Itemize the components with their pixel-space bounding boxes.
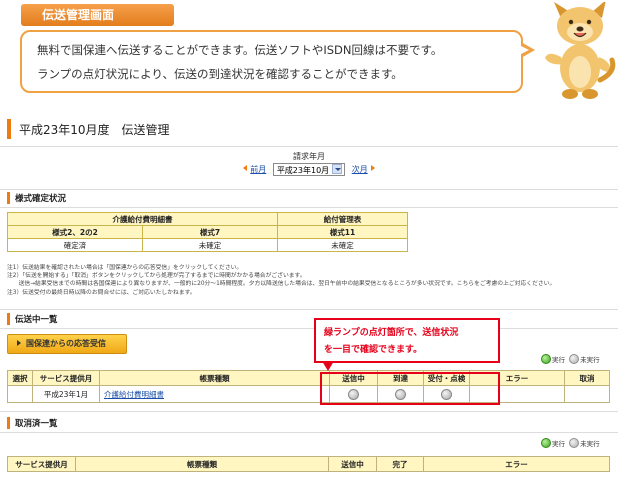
month-navigation: 前月 平成23年10月 次月 xyxy=(0,163,618,176)
lamp-legend: 実行 未実行 xyxy=(541,354,600,364)
col-form-type: 帳票種類 xyxy=(75,456,329,472)
section-divider xyxy=(0,432,618,433)
note-2: 注2）「伝送を開始する」「取消」ボタンをクリックしてから処理が完了するまでに時間… xyxy=(7,273,306,280)
col-form-11: 様式11 xyxy=(277,225,408,239)
legend-done-label: 実行 xyxy=(552,356,565,364)
form-type-cell: 介護給付費明細書 xyxy=(99,385,330,403)
screen-title-tab: 伝送管理画面 xyxy=(21,4,174,26)
section-divider xyxy=(0,189,618,190)
title-accent-mark xyxy=(7,119,11,139)
dog-mascot-icon xyxy=(545,2,616,99)
page-title-bar: 平成23年10月度 伝送管理 xyxy=(7,119,613,139)
col-completed: 完了 xyxy=(376,456,424,472)
next-arrow-icon xyxy=(370,165,375,171)
prev-arrow-icon xyxy=(243,165,248,171)
cancel-cell[interactable] xyxy=(564,385,610,403)
col-service-month: サービス提供月 xyxy=(7,456,76,472)
title-divider xyxy=(0,146,618,147)
col-select: 選択 xyxy=(7,370,33,386)
col-form-7: 様式7 xyxy=(142,225,278,239)
lamp-legend: 実行 未実行 xyxy=(541,438,600,448)
callout-pointer xyxy=(322,361,334,371)
section-accent-mark xyxy=(7,192,10,204)
lamp-callout: 緑ランプの点灯箇所で、送信状況 を一目で確認できます。 xyxy=(314,318,500,363)
sending-table: 選択 サービス提供月 帳票種類 送信中 到達 受付・点検 エラー 取消 平成23… xyxy=(7,370,610,403)
form-status-heading: 様式確定状況 xyxy=(15,194,67,204)
col-service-month: サービス提供月 xyxy=(32,370,100,386)
legend-done-label: 実行 xyxy=(552,440,565,448)
notes-block: 注1）伝送結果を確認されたい場合は「国保連からの応答受信」をクリックしてください… xyxy=(7,264,555,297)
info-speech-box: 無料で国保連へ伝送することができます。伝送ソフトやISDN回線は不要です。 ラン… xyxy=(20,30,523,93)
dropdown-arrow-icon[interactable] xyxy=(332,164,343,174)
section-divider xyxy=(0,411,618,412)
note-3: 注3）伝送受付の最終日時以降のお問合せには、ご対応いたしかねます。 xyxy=(7,289,196,296)
col-error: エラー xyxy=(423,456,610,472)
receive-response-label: 国保連からの応答受信 xyxy=(26,339,106,348)
section-accent-mark xyxy=(7,417,10,429)
col-cancel: 取消 xyxy=(564,370,610,386)
col-form-2: 様式2、2の2 xyxy=(7,225,143,239)
status-form-11: 未確定 xyxy=(277,238,408,252)
page-root: 伝送管理画面 無料で国保連へ伝送することができます。伝送ソフトやISDN回線は不… xyxy=(0,0,618,481)
month-select[interactable]: 平成23年10月 xyxy=(272,163,346,176)
legend-undone-label: 未実行 xyxy=(580,440,600,448)
section-divider xyxy=(0,207,618,208)
legend-undone-label: 未実行 xyxy=(580,356,600,364)
green-lamp-icon xyxy=(541,438,551,448)
lamp-highlight-box xyxy=(320,372,500,405)
callout-line-1: 緑ランプの点灯箇所で、送信状況 xyxy=(324,328,459,338)
info-line-2: ランプの点灯状況により、伝送の到達状況を確認することができます。 xyxy=(37,67,403,81)
status-form-7: 未確定 xyxy=(142,238,278,252)
next-month-link[interactable]: 次月 xyxy=(352,165,368,174)
gray-lamp-icon xyxy=(569,354,580,364)
form-status-table: 介護給付費明細書 給付管理表 様式2、2の2 様式7 様式11 確定済 未確定 … xyxy=(7,212,408,252)
cancelled-list-heading: 取消済一覧 xyxy=(15,419,58,429)
green-lamp-icon xyxy=(541,354,551,364)
status-form-2: 確定済 xyxy=(7,238,143,252)
table-row: 平成23年1月 介護給付費明細書 xyxy=(7,385,610,403)
speech-tail xyxy=(519,42,535,58)
select-cell[interactable] xyxy=(7,385,33,403)
service-month-cell: 平成23年1月 xyxy=(32,385,100,403)
section-divider xyxy=(0,328,618,329)
section-accent-mark xyxy=(7,313,10,325)
gray-lamp-icon xyxy=(569,438,580,448)
billing-month-label: 請求年月 xyxy=(293,152,325,161)
group-header-benefit-statement: 介護給付費明細書 xyxy=(7,212,278,226)
info-line-1: 無料で国保連へ伝送することができます。伝送ソフトやISDN回線は不要です。 xyxy=(37,43,443,57)
month-select-value: 平成23年10月 xyxy=(276,166,330,175)
col-sending: 送信中 xyxy=(328,456,377,472)
section-divider xyxy=(0,309,618,310)
note-2-detail: 送信→結果受信までの時間は各国保連により異なりますが、一般的に20分～1時間程度… xyxy=(7,281,556,288)
prev-month-link[interactable]: 前月 xyxy=(250,165,266,174)
sending-list-heading: 伝送中一覧 xyxy=(15,315,58,325)
caret-right-icon xyxy=(17,340,21,346)
note-1: 注1）伝送結果を確認されたい場合は「国保連からの応答受信」をクリックしてください… xyxy=(7,265,243,271)
group-header-benefit-management: 給付管理表 xyxy=(277,212,408,226)
form-type-link[interactable]: 介護給付費明細書 xyxy=(104,390,164,399)
page-title: 平成23年10月度 伝送管理 xyxy=(19,123,170,137)
receive-response-button[interactable]: 国保連からの応答受信 xyxy=(7,334,127,354)
col-form-type: 帳票種類 xyxy=(99,370,330,386)
callout-line-2: を一目で確認できます。 xyxy=(324,345,423,355)
cancelled-table: サービス提供月 帳票種類 送信中 完了 エラー xyxy=(7,456,610,472)
